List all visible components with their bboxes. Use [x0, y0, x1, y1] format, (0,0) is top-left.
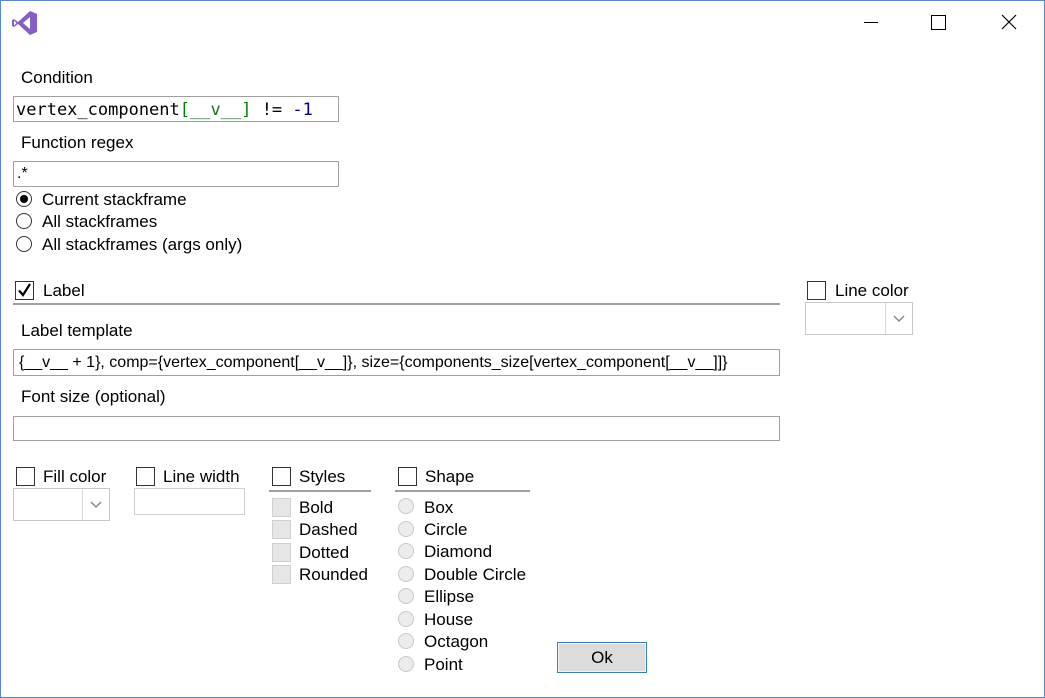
shape-double-circle-label: Double Circle: [424, 565, 527, 584]
function-regex-label: Function regex: [21, 133, 134, 152]
condition-operator: !=: [251, 100, 293, 120]
fill-color-checkbox[interactable]: [16, 467, 35, 486]
radio-all-stackframes-args-label: All stackframes (args only): [42, 235, 243, 254]
shape-house-radio[interactable]: [398, 611, 414, 627]
shape-ellipse-radio[interactable]: [398, 588, 414, 604]
close-button[interactable]: [986, 0, 1032, 44]
shape-point-radio[interactable]: [398, 656, 414, 672]
label-template-label: Label template: [21, 321, 133, 340]
radio-all-stackframes-label: All stackframes: [42, 212, 158, 231]
condition-param: __v__: [190, 100, 242, 120]
shape-double-circle-radio[interactable]: [398, 566, 414, 582]
shape-box-label: Box: [424, 498, 454, 517]
style-dotted-checkbox[interactable]: [272, 543, 291, 562]
radio-all-stackframes-args[interactable]: [16, 236, 32, 252]
label-separator: [13, 303, 780, 305]
label-template-input[interactable]: {__v__ + 1}, comp={vertex_component[__v_…: [13, 349, 780, 376]
fill-color-combo[interactable]: [13, 488, 110, 521]
close-icon: [1001, 14, 1017, 30]
shape-diamond-radio[interactable]: [398, 543, 414, 559]
font-size-input[interactable]: [13, 416, 780, 441]
style-dashed-checkbox[interactable]: [272, 520, 291, 539]
shape-separator: [395, 490, 530, 492]
shape-ellipse-label: Ellipse: [424, 587, 475, 606]
font-size-label: Font size (optional): [21, 387, 166, 406]
shape-label: Shape: [425, 467, 475, 486]
label-template-value: {__v__ + 1}, comp={vertex_component[__v_…: [19, 354, 728, 371]
ok-button[interactable]: Ok: [557, 642, 647, 673]
shape-circle-label: Circle: [424, 520, 468, 539]
maximize-button[interactable]: [915, 0, 961, 44]
shape-house-label: House: [424, 610, 474, 629]
ok-button-label: Ok: [591, 647, 613, 667]
shape-box-radio[interactable]: [398, 498, 414, 514]
shape-checkbox[interactable]: [398, 467, 417, 486]
styles-checkbox[interactable]: [272, 467, 291, 486]
line-width-checkbox[interactable]: [136, 467, 155, 486]
shape-octagon-radio[interactable]: [398, 633, 414, 649]
condition-open-bracket: [: [179, 100, 191, 120]
shape-circle-radio[interactable]: [398, 521, 414, 537]
radio-current-stackframe-label: Current stackframe: [42, 190, 187, 209]
condition-label: Condition: [21, 68, 93, 87]
label-checkbox-label: Label: [43, 281, 85, 300]
radio-all-stackframes[interactable]: [16, 213, 32, 229]
line-width-label: Line width: [163, 467, 240, 486]
style-dotted-label: Dotted: [299, 543, 350, 562]
line-width-input[interactable]: [134, 488, 245, 515]
style-rounded-checkbox[interactable]: [272, 565, 291, 584]
line-color-combo[interactable]: [805, 302, 913, 335]
style-dashed-label: Dashed: [299, 520, 358, 539]
condition-identifier: vertex_component: [16, 100, 180, 120]
minimize-button[interactable]: [848, 0, 894, 44]
minimize-icon: [864, 21, 878, 23]
shape-point-label: Point: [424, 655, 463, 674]
style-bold-label: Bold: [299, 498, 334, 517]
shape-octagon-label: Octagon: [424, 632, 489, 651]
style-rounded-label: Rounded: [299, 565, 369, 584]
styles-separator: [269, 490, 371, 492]
radio-current-stackframe[interactable]: [16, 191, 32, 207]
fill-color-label: Fill color: [43, 467, 107, 486]
checkmark-icon: [18, 283, 31, 297]
condition-number: -1: [292, 100, 313, 120]
styles-label: Styles: [299, 467, 346, 486]
chevron-down-icon: [82, 489, 109, 520]
visual-studio-icon: [12, 10, 38, 36]
maximize-icon: [930, 14, 946, 30]
chevron-down-icon: [885, 303, 912, 334]
label-checkbox[interactable]: [15, 281, 34, 300]
line-color-checkbox[interactable]: [807, 281, 826, 300]
condition-input[interactable]: vertex_component[__v__] != -1: [13, 96, 339, 122]
condition-close-bracket: ]: [241, 100, 252, 120]
shape-diamond-label: Diamond: [424, 542, 493, 561]
function-regex-input[interactable]: [13, 161, 339, 187]
line-color-label: Line color: [835, 281, 909, 300]
style-bold-checkbox[interactable]: [272, 498, 291, 517]
